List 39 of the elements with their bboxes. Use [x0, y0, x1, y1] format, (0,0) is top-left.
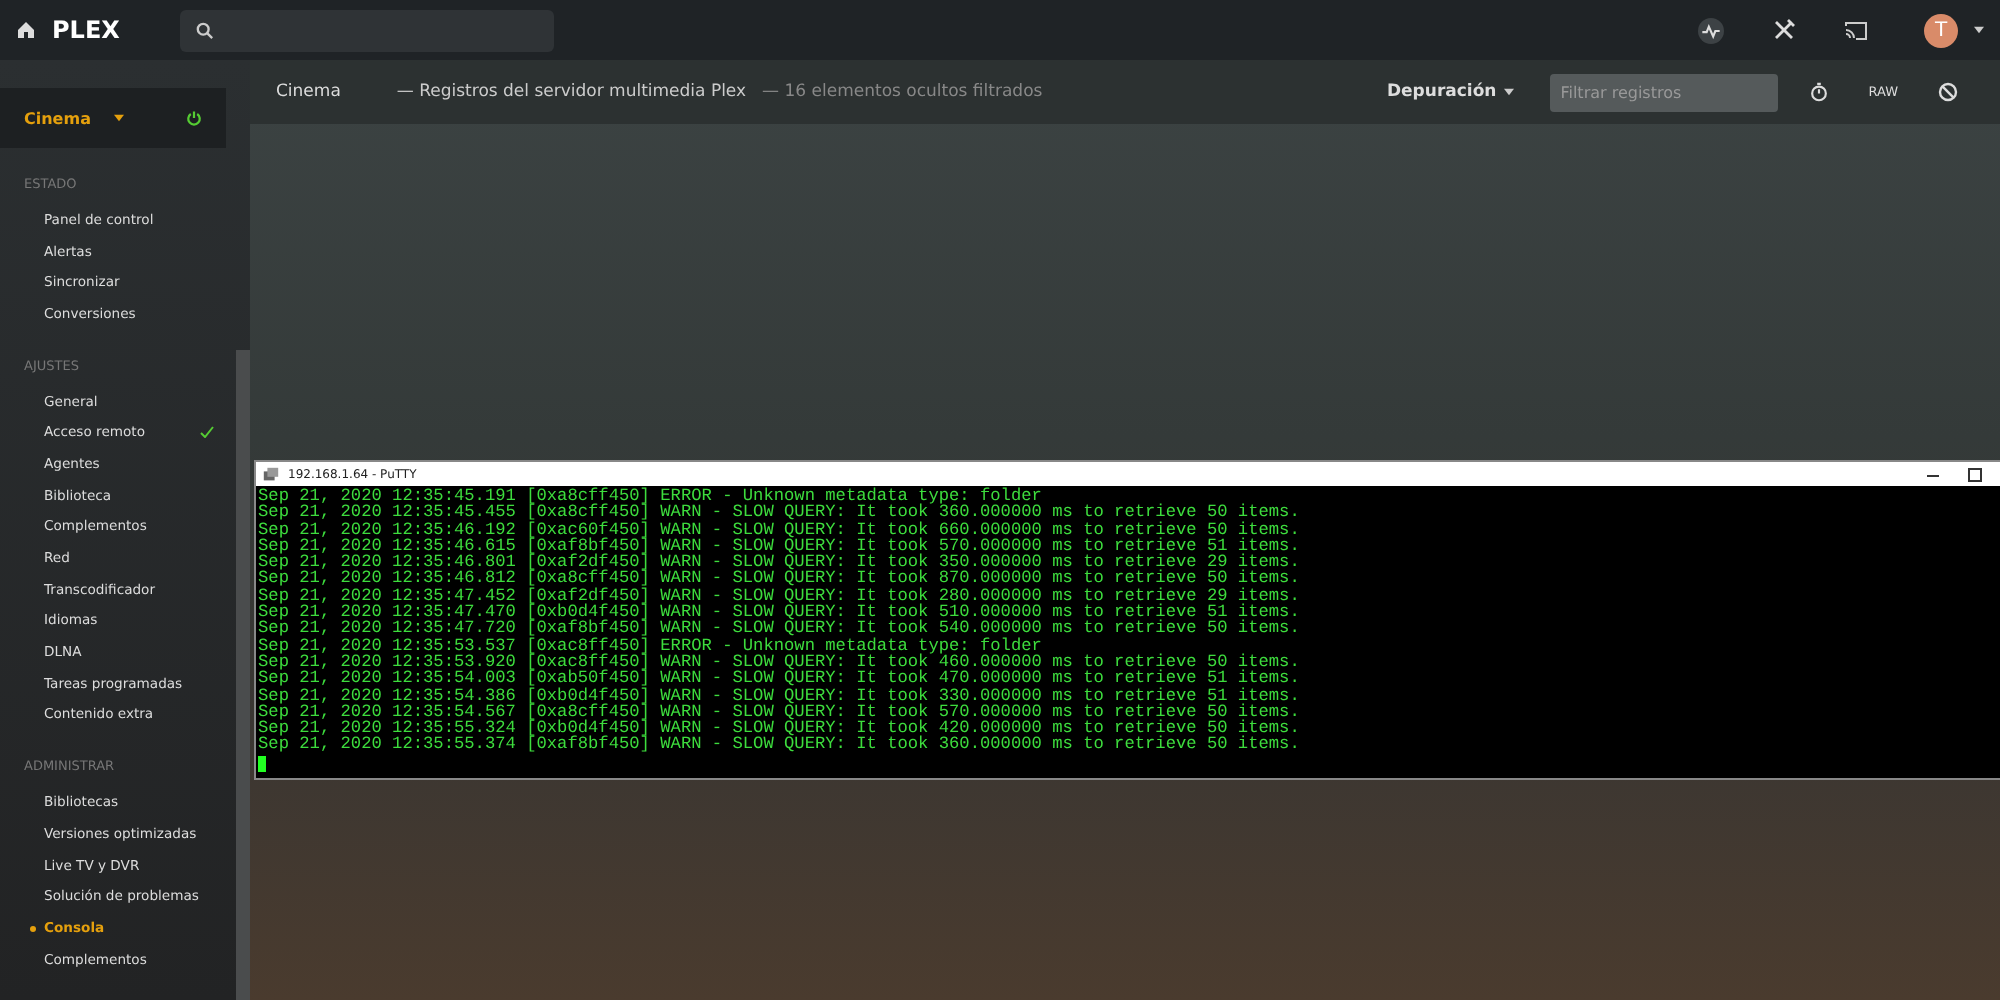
maximize-icon[interactable] [1968, 467, 1982, 481]
tools-icon[interactable] [1772, 18, 1796, 42]
page-title: — Registros del servidor multimedia Plex [396, 82, 747, 102]
terminal-app-icon [262, 465, 280, 483]
search-field[interactable] [179, 9, 554, 51]
log-line: Sep 21, 2020 12:35:47.452 [0xaf2df450] WARN - SLOW QUERY: It took 280.000000 ms to retrieve 29 items. [258, 587, 1302, 605]
log-line: Sep 21, 2020 12:35:46.615 [0xaf8bf450] WARN - SLOW QUERY: It took 570.000000 ms to retrieve 51 items. [258, 537, 1302, 555]
activity-icon[interactable] [1698, 17, 1724, 43]
cast-icon[interactable] [1844, 19, 1868, 41]
search-icon [195, 21, 214, 39]
caret-icon [1504, 88, 1515, 96]
log-line: Sep 21, 2020 12:35:45.191 [0xa8cff450] ERROR - Unknown metadata type: folder [258, 488, 1044, 505]
log-line: Sep 21, 2020 12:35:53.920 [0xac8ff450] WARN - SLOW QUERY: It took 460.000000 ms to retrieve 50 items. [258, 653, 1302, 671]
log-line: Sep 21, 2020 12:35:55.324 [0xb0d4f450] WARN - SLOW QUERY: It took 420.000000 ms to retrieve 50 items. [258, 720, 1302, 737]
scrollbar[interactable] [236, 350, 250, 1000]
server-name: Cinema [276, 82, 341, 102]
log-line: Sep 21, 2020 12:35:47.470 [0xb0d4f450] WARN - SLOW QUERY: It took 510.000000 ms to retrieve 51 items. [258, 604, 1302, 621]
log-line: Sep 21, 2020 12:35:54.003 [0xab50f450] WARN - SLOW QUERY: It took 470.000000 ms to retrieve 51 items. [258, 670, 1302, 688]
filter-field[interactable]: Filtrar registros [1550, 73, 1779, 111]
plex-logo[interactable]: PLEX [52, 16, 120, 44]
home-icon[interactable] [16, 20, 36, 40]
log-line: Sep 21, 2020 12:35:53.537 [0xac8ff450] ERROR - Unknown metadata type: folder [258, 637, 1044, 654]
log-level-dropdown[interactable]: Depuración [1374, 80, 1527, 104]
log-line: Sep 21, 2020 12:35:55.374 [0xaf8bf450] WARN - SLOW QUERY: It took 360.000000 ms to retrieve 50 items. [258, 736, 1302, 754]
log-line: Sep 21, 2020 12:35:47.720 [0xaf8bf450] WARN - SLOW QUERY: It took 540.000000 ms to retrieve 50 items. [258, 620, 1302, 638]
filter-note: — 16 elementos ocultos filtrados [762, 82, 1043, 102]
server-selector[interactable]: Cinema [0, 88, 226, 148]
log-line: Sep 21, 2020 12:35:45.455 [0xa8cff450] WARN - SLOW QUERY: It took 360.000000 ms to retrieve 50 items. [258, 504, 1302, 522]
timer-icon[interactable] [1810, 82, 1829, 102]
log-line: Sep 21, 2020 12:35:46.801 [0xaf2df450] WARN - SLOW QUERY: It took 350.000000 ms to retrieve 29 items. [258, 554, 1302, 571]
log-line: Sep 21, 2020 12:35:46.192 [0xac60f450] WARN - SLOW QUERY: It took 660.000000 ms to retrieve 50 items. [258, 521, 1302, 538]
caret-icon [114, 114, 125, 122]
power-icon [186, 110, 202, 126]
caret-icon[interactable] [1974, 26, 1984, 34]
log-line: Sep 21, 2020 12:35:54.386 [0xb0d4f450] WARN - SLOW QUERY: It took 330.000000 ms to retrieve 51 items. [258, 687, 1302, 704]
log-line: Sep 21, 2020 12:35:54.567 [0xa8cff450] WARN - SLOW QUERY: It took 570.000000 ms to retrieve 50 items. [258, 703, 1302, 721]
log-line: Sep 21, 2020 12:35:46.812 [0xa8cff450] WARN - SLOW QUERY: It took 870.000000 ms to retrieve 50 items. [258, 570, 1302, 588]
block-icon[interactable] [1938, 82, 1958, 102]
text-cursor [258, 755, 266, 773]
